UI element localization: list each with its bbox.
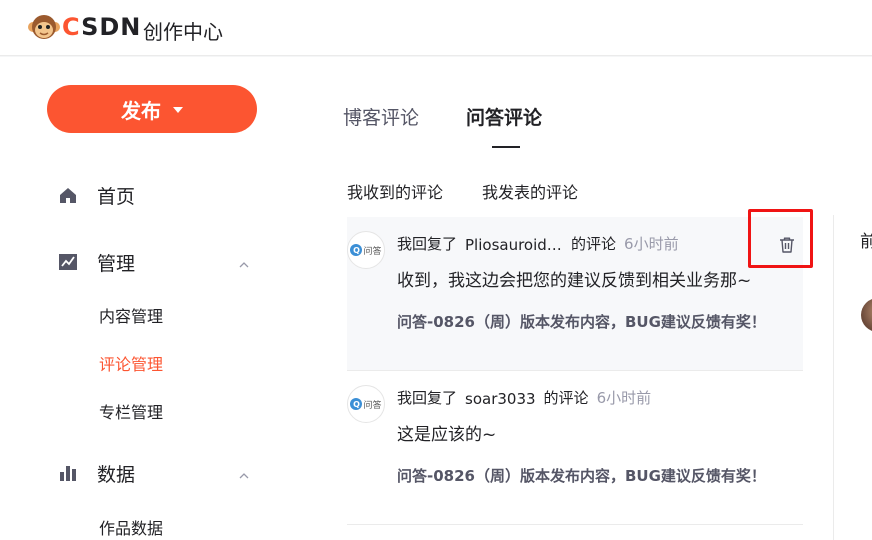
comment-text: 收到，我这边会把您的建议反馈到相关业务那~ <box>397 271 752 291</box>
top-bar: CSDN 创作中心 <box>0 0 872 56</box>
delete-button[interactable] <box>773 231 801 259</box>
product-title: 创作中心 <box>143 20 223 44</box>
comment-meta: 我回复了 soar3033 的评论 6小时前 <box>397 387 651 408</box>
avatar[interactable]: Q 问答 <box>347 231 385 269</box>
tab-qa-comments[interactable]: 问答评论 <box>466 103 542 130</box>
csdn-logo[interactable]: CSDN <box>28 12 141 42</box>
monkey-mascot-icon <box>28 13 60 41</box>
home-icon <box>58 185 78 205</box>
avatar-label: 问答 <box>363 246 382 257</box>
sidebar-item-label: 管理 <box>97 252 136 275</box>
sidebar-subitem-columns[interactable]: 专栏管理 <box>99 399 163 423</box>
active-tab-indicator <box>492 146 520 148</box>
avatar-label: 问答 <box>363 400 382 411</box>
caret-down-icon <box>173 107 183 113</box>
comment-suffix: 的评论 <box>571 235 617 253</box>
subtab-sent-comments[interactable]: 我发表的评论 <box>482 179 578 203</box>
sidebar-subitem-works-data[interactable]: 作品数据 <box>99 515 163 539</box>
article-title-link[interactable]: 问答-0826（周）版本发布内容，BUG建议反馈有奖！ <box>397 465 787 487</box>
comment-item[interactable]: Q 问答 我回复了 Pliosauroidea 的评论 6小时前 收到，我这边会把您的建… <box>347 217 803 370</box>
comment-time: 6小时前 <box>624 235 679 253</box>
comment-prefix: 我回复了 <box>397 235 458 253</box>
sidebar-item-home[interactable]: 首页 <box>0 175 318 215</box>
comment-divider <box>347 524 803 525</box>
subtab-received-comments[interactable]: 我收到的评论 <box>347 179 443 203</box>
tab-blog-comments[interactable]: 博客评论 <box>343 103 419 130</box>
right-panel-text: 前 <box>860 232 872 252</box>
chevron-up-icon <box>238 256 250 268</box>
sidebar-item-label: 首页 <box>97 185 136 208</box>
avatar[interactable]: Q 问答 <box>347 385 385 423</box>
main-panel: 博客评论 问答评论 我收到的评论 我发表的评论 Q 问答 我回复了 Pliosaur… <box>318 57 872 540</box>
sidebar-item-label: 数据 <box>97 463 136 486</box>
comment-text: 这是应该的~ <box>397 425 497 445</box>
comment-time: 6小时前 <box>596 389 652 407</box>
comment-target-user[interactable]: Pliosauroidea <box>465 236 563 254</box>
comment-suffix: 的评论 <box>543 389 589 407</box>
publish-button[interactable]: 发布 <box>47 85 257 133</box>
qa-logo-icon: Q <box>350 398 363 410</box>
right-panel-divider <box>833 215 834 540</box>
bar-chart-icon <box>58 463 78 483</box>
sidebar-subitem-comments[interactable]: 评论管理 <box>99 351 163 375</box>
qa-logo-icon: Q <box>350 244 363 256</box>
logo-wordmark: CSDN <box>62 13 142 41</box>
comment-target-user[interactable]: soar3033 <box>465 390 536 408</box>
chart-line-icon <box>58 252 78 272</box>
comment-meta: 我回复了 Pliosauroidea 的评论 6小时前 <box>397 233 679 254</box>
sidebar-item-data[interactable]: 数据 <box>0 453 318 493</box>
sidebar-item-manage[interactable]: 管理 <box>0 242 318 282</box>
trash-icon <box>780 237 794 253</box>
sidebar: 发布 首页 管理 内容管理 评论管理 专栏管理 数据 作品数据 <box>0 57 318 540</box>
sidebar-subitem-content[interactable]: 内容管理 <box>99 303 163 327</box>
article-title-link[interactable]: 问答-0826（周）版本发布内容，BUG建议反馈有奖！ <box>397 311 787 333</box>
chevron-up-icon <box>238 467 250 479</box>
comment-prefix: 我回复了 <box>397 389 458 407</box>
publish-button-label: 发布 <box>121 100 161 123</box>
comment-item[interactable]: Q 问答 我回复了 soar3033 的评论 6小时前 这是应该的~ 问答-0826（周… <box>347 371 803 524</box>
